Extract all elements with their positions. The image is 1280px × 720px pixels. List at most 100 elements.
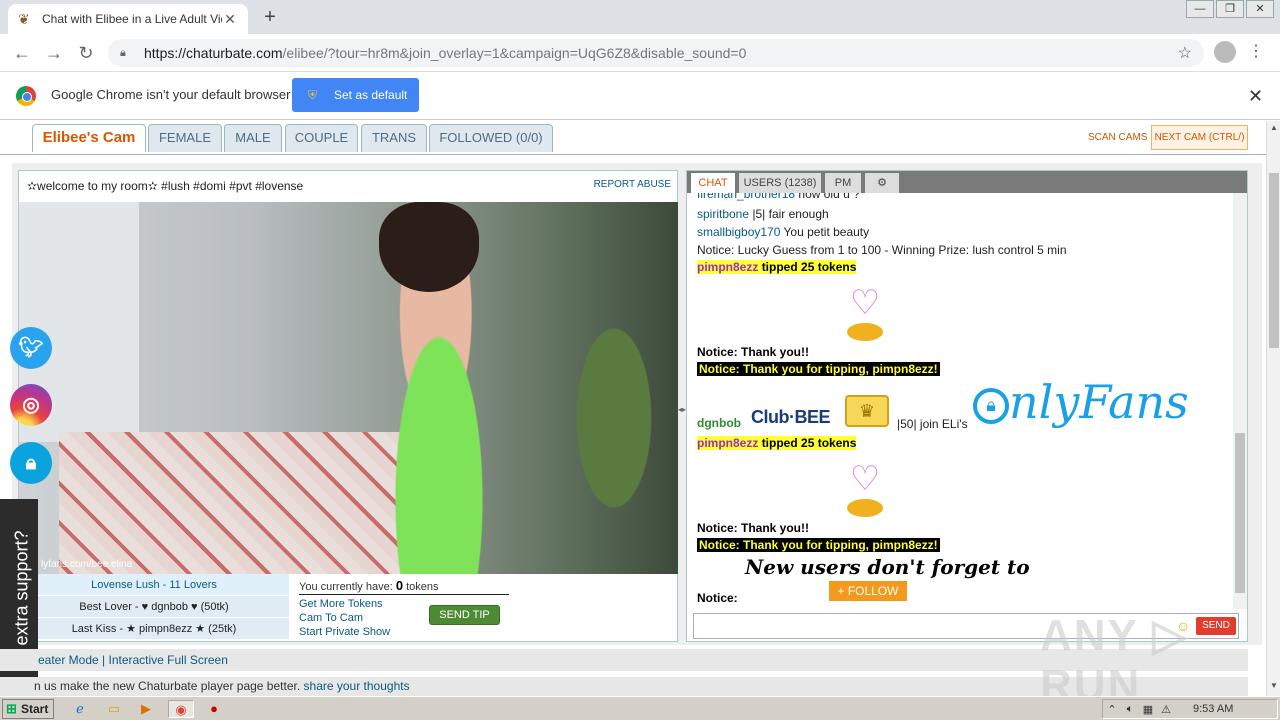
panel-resize-handle[interactable]: ◂▸ bbox=[678, 405, 686, 414]
chat-notice: Notice: Thank you!! bbox=[697, 521, 810, 535]
onlyfans-lock-icon[interactable]: 🔒︎ bbox=[10, 442, 52, 484]
tab-pm[interactable]: PM bbox=[825, 173, 861, 193]
page-scrollbar[interactable]: ▲ ▼ bbox=[1266, 121, 1280, 696]
chat-scrollbar[interactable] bbox=[1233, 193, 1247, 609]
get-more-tokens-link[interactable]: Get More Tokens bbox=[299, 597, 390, 611]
minimize-button[interactable]: — bbox=[1186, 0, 1214, 18]
tab-users[interactable]: USERS (1238) bbox=[739, 173, 821, 193]
volume-icon[interactable]: 🔈︎ bbox=[1121, 703, 1139, 716]
instagram-icon[interactable]: ◎ bbox=[10, 384, 52, 426]
chat-log: fireman_brother18 how old u ? spiritbone… bbox=[697, 193, 1233, 609]
follow-button[interactable]: + FOLLOW bbox=[829, 581, 907, 601]
chat-notice: Notice: Thank you!! bbox=[697, 345, 810, 359]
tip-message: pimpn8ezz tipped 25 tokens bbox=[697, 436, 857, 450]
tab-close-icon[interactable]: ✕ bbox=[222, 11, 238, 28]
tab-couple[interactable]: COUPLE bbox=[285, 124, 358, 152]
goal-item: Lovense Lush - 11 Lovers bbox=[19, 574, 289, 596]
chrome-taskbar-icon[interactable]: ◉ bbox=[168, 700, 194, 718]
new-tab-button[interactable]: + bbox=[258, 5, 282, 29]
heart-bees-image: ♡ bbox=[835, 459, 895, 519]
video-watermark: lyfans.com/bee.elina bbox=[41, 559, 133, 570]
antivirus-icon[interactable]: ● bbox=[204, 700, 224, 718]
lock-icon: 🔒︎ bbox=[120, 46, 126, 59]
tab-female[interactable]: FEMALE bbox=[148, 124, 222, 152]
clubbee-logo: Club·BEE bbox=[751, 407, 831, 427]
chat-notice: Notice: Thank you for tipping, pimpn8ezz… bbox=[697, 362, 940, 376]
uac-shield-icon: ⛨ bbox=[308, 88, 318, 102]
chat-text: |50| join ELi's bbox=[897, 417, 968, 431]
chat-username[interactable]: dgnbob bbox=[697, 416, 741, 430]
page-content: Elibee's Cam FEMALE MALE COUPLE TRANS FO… bbox=[0, 121, 1266, 696]
network-icon[interactable]: ▦ bbox=[1139, 703, 1157, 716]
token-links: Get More Tokens Cam To Cam Start Private… bbox=[299, 597, 390, 639]
goals-list: Lovense Lush - 11 Lovers Best Lover - ♥ … bbox=[19, 574, 289, 642]
chat-panel: CHAT USERS (1238) PM ⚙ fireman_brother18… bbox=[686, 170, 1248, 642]
start-private-show-link[interactable]: Start Private Show bbox=[299, 625, 390, 639]
onlyfans-logo: 🔒︎ nlyFans bbox=[973, 375, 1189, 429]
crown-icon: ♛ bbox=[845, 395, 889, 427]
windows-taskbar: Start ℯ ▭ ▶ ◉ ● ⌃ 🔈︎ ▦ ⚠ 9:53 AM bbox=[0, 696, 1280, 720]
scan-cams-link[interactable]: SCAN CAMS bbox=[1088, 132, 1147, 143]
chaturbate-favicon-icon: ❦ bbox=[18, 11, 30, 27]
scroll-down-icon[interactable]: ▼ bbox=[1267, 681, 1280, 690]
tab-followed[interactable]: FOLLOWED (0/0) bbox=[429, 124, 553, 152]
scroll-up-icon[interactable]: ▲ bbox=[1267, 123, 1280, 132]
video-player[interactable]: lyfans.com/bee.elina bbox=[19, 202, 678, 574]
tab-chat[interactable]: CHAT bbox=[691, 173, 735, 193]
send-tip-button[interactable]: SEND TIP bbox=[429, 605, 500, 625]
token-balance: You currently have: 0 tokens bbox=[299, 578, 439, 593]
set-as-default-label: Set as default bbox=[334, 88, 408, 102]
next-cam-button[interactable]: NEXT CAM (CTRL/) bbox=[1151, 125, 1248, 150]
infobar-close-icon[interactable]: ✕ bbox=[1248, 86, 1263, 107]
video-plant bbox=[549, 262, 678, 574]
goal-item: Best Lover - ♥ dgnbob ♥ (50tk) bbox=[19, 596, 289, 618]
close-window-button[interactable]: ✕ bbox=[1246, 0, 1274, 18]
tip-message: pimpn8ezz tipped 25 tokens bbox=[697, 260, 857, 274]
tray-expand-icon[interactable]: ⌃ bbox=[1103, 703, 1121, 716]
chrome-logo-icon bbox=[16, 86, 36, 106]
url-text[interactable]: https://chaturbate.com/elibee/?tour=hr8m… bbox=[144, 45, 1178, 61]
address-bar[interactable]: 🔒︎ https://chaturbate.com/elibee/?tour=h… bbox=[108, 39, 1204, 67]
browser-titlebar: ❦ Chat with Elibee in a Live Adult Video… bbox=[0, 0, 1280, 34]
folder-icon[interactable]: ▭ bbox=[104, 700, 124, 718]
video-performer-hair bbox=[379, 202, 479, 292]
start-button[interactable]: Start bbox=[2, 699, 54, 719]
anyrun-watermark: ANY ▷ RUN bbox=[1040, 611, 1189, 696]
browser-toolbar: ← → ↻ 🔒︎ https://chaturbate.com/elibee/?… bbox=[0, 34, 1280, 72]
chat-username[interactable]: spiritbone bbox=[697, 207, 749, 221]
window-controls: — ❐ ✕ bbox=[1184, 0, 1274, 18]
report-abuse-link[interactable]: REPORT ABUSE bbox=[594, 179, 671, 190]
chat-scroll-thumb[interactable] bbox=[1235, 433, 1245, 593]
tab-male[interactable]: MALE bbox=[224, 124, 282, 152]
chat-settings-gear-icon[interactable]: ⚙ bbox=[865, 173, 899, 193]
tab-title: Chat with Elibee in a Live Adult Video bbox=[42, 12, 222, 26]
cam-to-cam-link[interactable]: Cam To Cam bbox=[299, 611, 390, 625]
cam-tabs: Elibee's Cam FEMALE MALE COUPLE TRANS FO… bbox=[0, 121, 1266, 155]
share-thoughts-link[interactable]: share your thoughts bbox=[304, 679, 410, 693]
profile-avatar[interactable] bbox=[1214, 41, 1236, 63]
clock: 9:53 AM bbox=[1193, 703, 1234, 715]
tab-trans[interactable]: TRANS bbox=[361, 124, 427, 152]
browser-tab[interactable]: ❦ Chat with Elibee in a Live Adult Video… bbox=[8, 4, 248, 34]
back-arrow-icon[interactable]: ← bbox=[10, 42, 34, 64]
media-player-icon[interactable]: ▶ bbox=[136, 700, 156, 718]
chat-message: dgnbob bbox=[697, 416, 741, 430]
system-tray: ⌃ 🔈︎ ▦ ⚠ 9:53 AM bbox=[1102, 699, 1278, 719]
chrome-menu-icon[interactable]: ⋮ bbox=[1248, 41, 1264, 63]
twitter-icon[interactable]: 🐦︎ bbox=[10, 327, 52, 369]
maximize-button[interactable]: ❐ bbox=[1216, 0, 1244, 18]
video-panel: ✫welcome to my room✫ #lush #domi #pvt #l… bbox=[18, 170, 678, 642]
chat-notice: Notice: Thank you for tipping, pimpn8ezz… bbox=[697, 538, 940, 552]
reload-icon[interactable]: ↻ bbox=[74, 42, 98, 64]
chat-message: spiritbone |5| fair enough bbox=[697, 207, 829, 221]
ie-icon[interactable]: ℯ bbox=[70, 700, 90, 718]
tab-elibees-cam[interactable]: Elibee's Cam bbox=[32, 124, 146, 152]
security-alert-icon[interactable]: ⚠ bbox=[1157, 703, 1175, 716]
page-scroll-thumb[interactable] bbox=[1269, 173, 1279, 348]
set-as-default-button[interactable]: ⛨ Set as default bbox=[292, 78, 419, 112]
heart-bees-image: ♡ bbox=[835, 283, 895, 343]
chat-username[interactable]: smallbigboy170 bbox=[697, 225, 780, 239]
forward-arrow-icon[interactable]: → bbox=[42, 42, 66, 64]
chat-message: smallbigboy170 You petit beauty bbox=[697, 225, 870, 239]
bookmark-star-icon[interactable]: ☆ bbox=[1178, 43, 1192, 63]
